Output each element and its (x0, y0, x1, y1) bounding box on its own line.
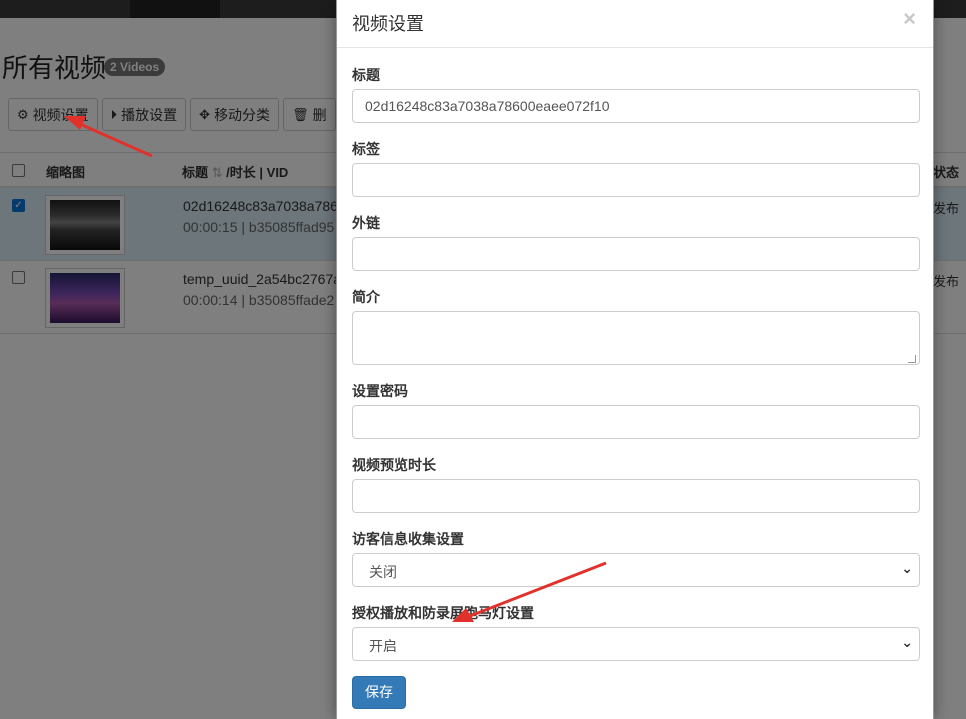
tags-input[interactable] (352, 163, 920, 197)
title-input[interactable] (352, 89, 920, 123)
auth-play-selected: 开启 (369, 638, 397, 654)
textarea-resize-handle[interactable] (908, 355, 916, 363)
close-icon[interactable]: × (903, 6, 916, 32)
video-settings-modal: 视频设置 × 标题 标签 外链 简介 设置密码 视频预览时长 访客信息收集设置 … (336, 0, 934, 719)
external-link-input[interactable] (352, 237, 920, 271)
preview-duration-label: 视频预览时长 (352, 457, 436, 473)
intro-label: 简介 (352, 289, 380, 305)
chevron-down-icon: ⌄ (901, 634, 913, 650)
chevron-down-icon: ⌄ (901, 560, 913, 576)
visitor-info-select[interactable]: 关闭 ⌄ (352, 553, 920, 587)
preview-duration-input[interactable] (352, 479, 920, 513)
modal-header: 视频设置 × (337, 0, 933, 48)
intro-textarea[interactable] (352, 311, 920, 365)
visitor-info-label: 访客信息收集设置 (352, 531, 464, 547)
password-input[interactable] (352, 405, 920, 439)
auth-play-select[interactable]: 开启 ⌄ (352, 627, 920, 661)
save-button[interactable]: 保存 (352, 676, 406, 709)
visitor-info-selected: 关闭 (369, 564, 397, 580)
modal-title: 视频设置 (352, 14, 424, 35)
auth-play-label: 授权播放和防录屏跑马灯设置 (352, 605, 534, 621)
title-label: 标题 (352, 67, 380, 83)
tags-label: 标签 (352, 141, 380, 157)
external-link-label: 外链 (352, 215, 380, 231)
password-label: 设置密码 (352, 383, 408, 399)
